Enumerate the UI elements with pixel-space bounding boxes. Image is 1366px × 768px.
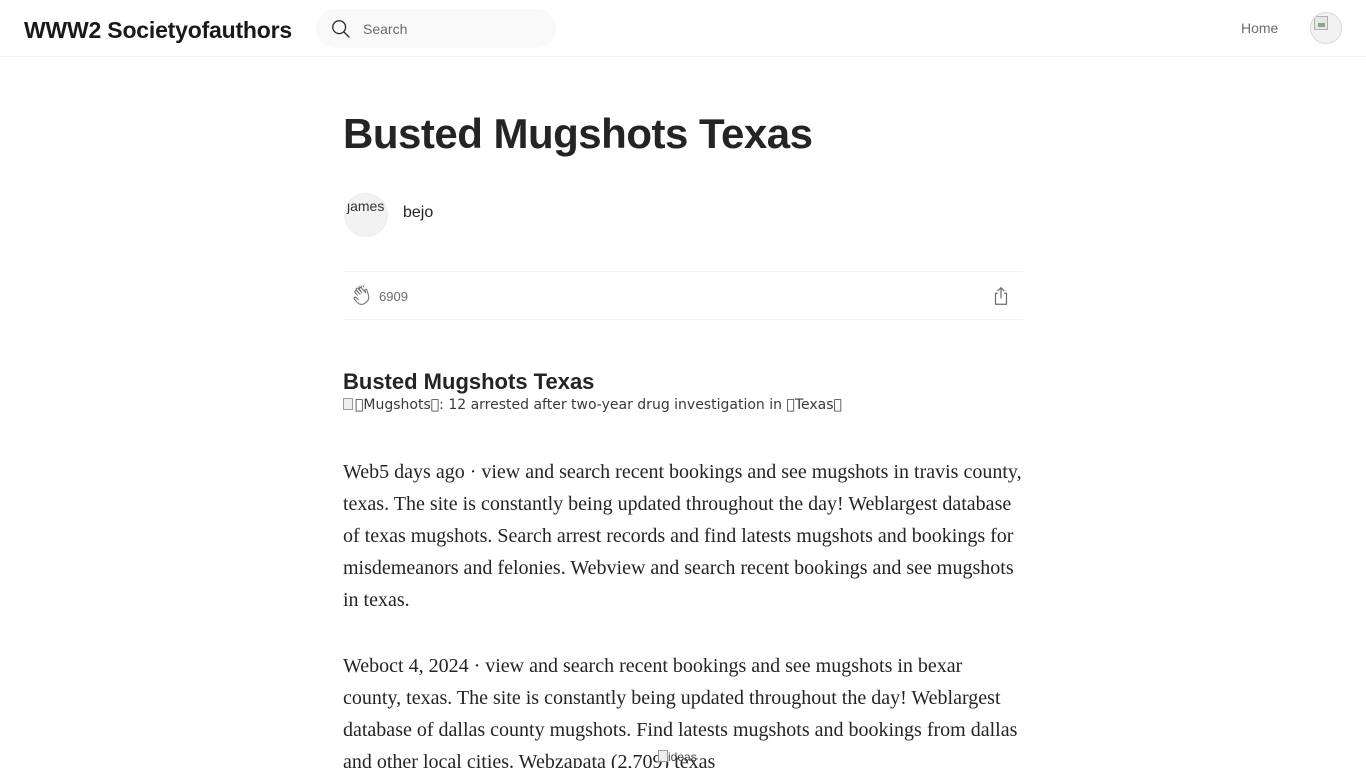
paragraph: Web5 days ago · view and search recent b… <box>343 461 1022 611</box>
user-avatar-icon[interactable] <box>1310 12 1342 44</box>
author-name[interactable]: bejo <box>403 204 433 222</box>
inline-image: ideas <box>658 750 697 768</box>
broken-image-icon <box>658 750 668 762</box>
broken-image-icon <box>1314 16 1328 30</box>
nav-home-link[interactable]: Home <box>1241 20 1278 36</box>
search-icon <box>332 20 350 38</box>
inline-image-alt: ideas <box>668 750 697 764</box>
clap-icon[interactable] <box>351 284 373 308</box>
site-brand[interactable]: WWW2 Societyofauthors <box>24 17 292 44</box>
broken-image-icon <box>343 398 353 410</box>
author-avatar[interactable]: james <box>344 193 388 237</box>
clap-count: 6909 <box>379 289 408 304</box>
article-title: Busted Mugshots Texas <box>343 110 813 157</box>
article-image-alt:  Mugshots : 12 arrested after two-year d… <box>355 397 842 413</box>
search-input[interactable] <box>363 9 543 48</box>
share-icon[interactable] <box>990 285 1012 307</box>
top-navigation: WWW2 Societyofauthors Home <box>0 0 1366 57</box>
article-image:  Mugshots : 12 arrested after two-year d… <box>343 396 842 414</box>
article-actions-bar: 6909 <box>343 271 1023 320</box>
section-heading: Busted Mugshots Texas <box>343 369 595 394</box>
search-box[interactable] <box>316 9 556 48</box>
